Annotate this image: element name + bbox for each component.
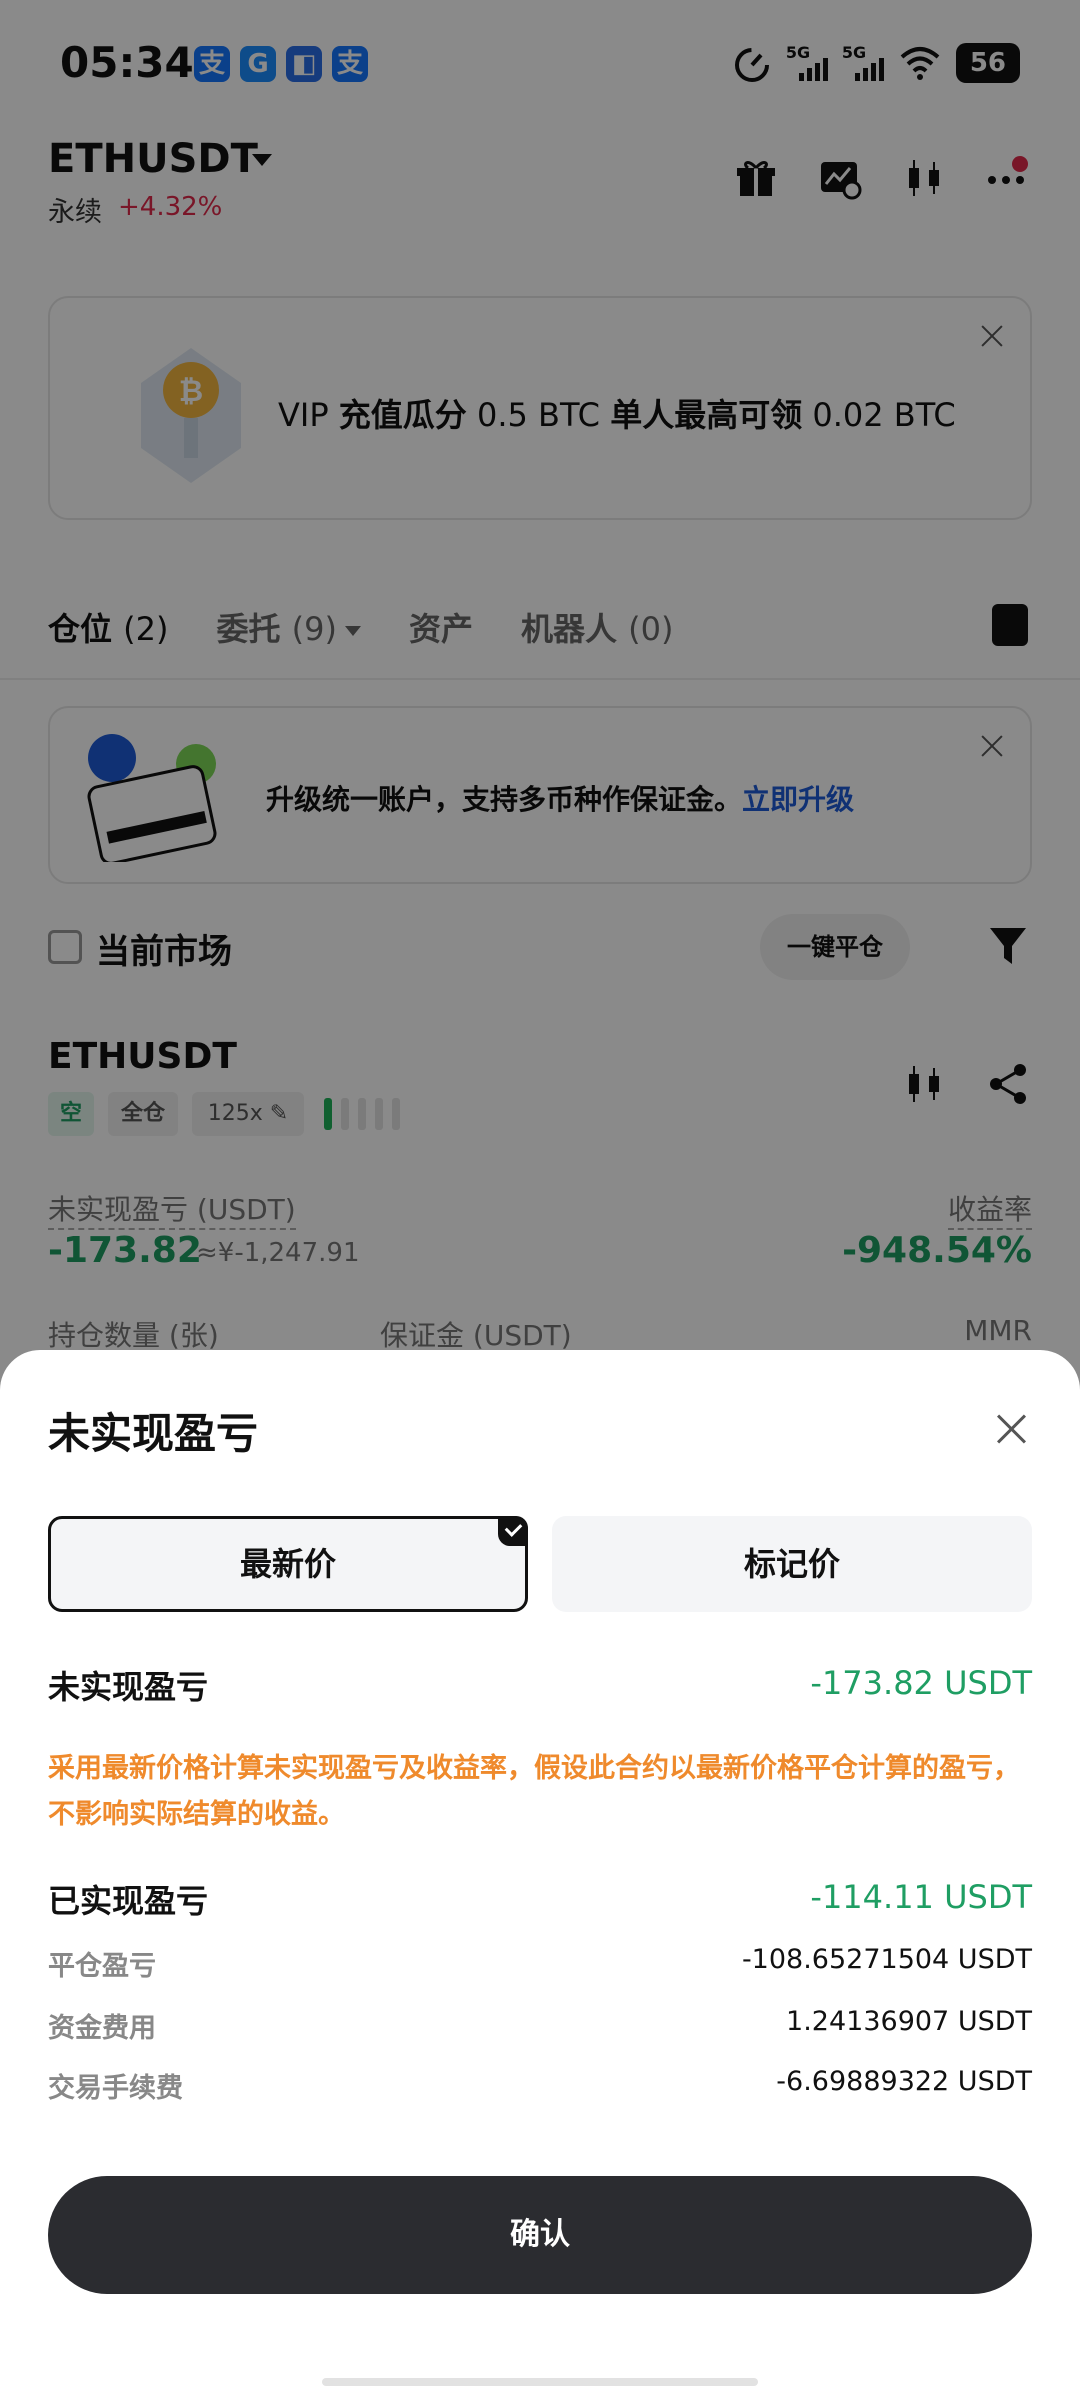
upnl-bottom-sheet: 未实现盈亏 最新价 标记价 未实现盈亏 -173.82 USDT 采用最新价格计…: [0, 1350, 1080, 2392]
calculation-note: 采用最新价格计算未实现盈亏及收益率，假设此合约以最新价格平仓计算的盈亏，不影响实…: [48, 1753, 1020, 1830]
funding-fee-value: 1.24136907 USDT: [786, 2006, 1032, 2037]
sheet-title: 未实现盈亏: [48, 1409, 259, 1458]
close-pnl-label: 平仓盈亏: [48, 1951, 156, 1982]
option-last-price[interactable]: 最新价: [48, 1516, 528, 1612]
confirm-button[interactable]: 确认: [48, 2176, 1032, 2294]
unrealized-pnl-value: -173.82 USDT: [810, 1664, 1032, 1702]
trading-page: 05:34 支 G ◧ 支 5G 5G 56 ETHUSDT 永续 +4.32%…: [0, 0, 1080, 2392]
checkmark-icon: [498, 1516, 528, 1546]
unrealized-pnl-label: 未实现盈亏: [48, 1668, 209, 1706]
realized-pnl-label: 已实现盈亏: [48, 1882, 209, 1920]
option-mark-price[interactable]: 标记价: [552, 1516, 1032, 1612]
home-indicator[interactable]: [322, 2378, 758, 2386]
close-pnl-value: -108.65271504 USDT: [741, 1944, 1032, 1975]
realized-pnl-value: -114.11 USDT: [810, 1878, 1032, 1916]
funding-fee-label: 资金费用: [48, 2013, 156, 2044]
trading-fee-value: -6.69889322 USDT: [776, 2066, 1032, 2097]
trading-fee-label: 交易手续费: [48, 2073, 183, 2104]
close-icon[interactable]: [996, 1414, 1026, 1444]
